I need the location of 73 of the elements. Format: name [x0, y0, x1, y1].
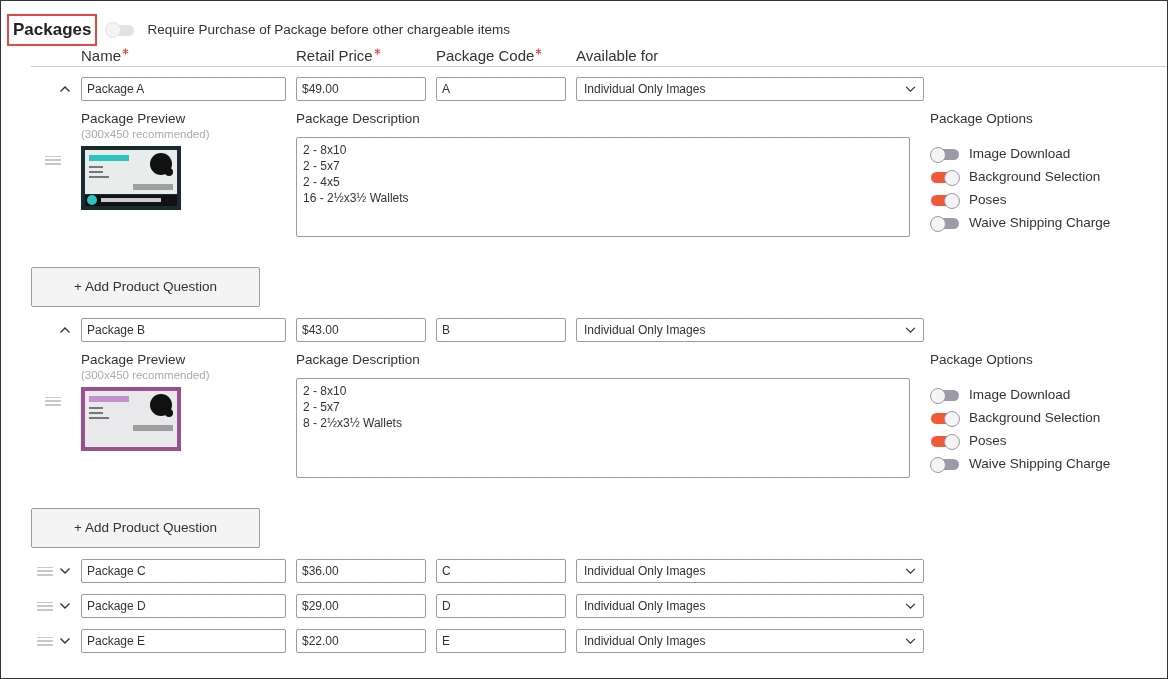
collapse-icon[interactable] [59, 326, 71, 334]
caret-icon [905, 602, 916, 610]
option-label: Poses [969, 191, 1007, 210]
availability-select[interactable]: Individual Only Images [576, 559, 924, 583]
expand-icon[interactable] [59, 637, 71, 645]
required-icon [122, 48, 129, 55]
option-label: Image Download [969, 386, 1071, 405]
toggle-switch[interactable] [930, 215, 960, 232]
drag-handle-icon[interactable] [37, 636, 53, 646]
caret-icon [905, 637, 916, 645]
expand-icon[interactable] [59, 567, 71, 575]
expand-icon[interactable] [59, 602, 71, 610]
toggle-label: Require Purchase of Package before other chargeable items [147, 20, 510, 39]
toggle-switch[interactable] [930, 387, 960, 404]
availability-select[interactable]: Individual Only Images [576, 318, 924, 342]
caret-icon [905, 326, 916, 334]
code-field[interactable]: B [436, 318, 566, 342]
options-title: Package Options [930, 111, 1034, 127]
code-field[interactable]: A [436, 77, 566, 101]
name-field[interactable]: Package E [81, 629, 286, 653]
option-label: Background Selection [969, 168, 1101, 187]
description-field[interactable]: 2 - 8x10 2 - 5x7 2 - 4x5 16 - 2½x3½ Wallets [296, 137, 910, 237]
availability-select[interactable]: Individual Only Images [576, 629, 924, 653]
required-icon [373, 48, 381, 55]
name-field[interactable]: Package A [81, 77, 286, 101]
price-field[interactable]: $49.00 [296, 77, 426, 101]
name-field[interactable]: Package D [81, 594, 286, 618]
price-field[interactable]: $22.00 [296, 629, 426, 653]
required-icon [535, 48, 543, 55]
availability-select[interactable]: Individual Only Images [576, 77, 924, 101]
collapse-icon[interactable] [59, 85, 71, 93]
add-question-button[interactable]: + Add Product Question [31, 508, 260, 548]
option-label: Background Selection [969, 409, 1101, 428]
price-field[interactable]: $29.00 [296, 594, 426, 618]
code-field[interactable]: D [436, 594, 566, 618]
caret-icon [905, 567, 916, 575]
drag-handle-icon[interactable] [37, 601, 53, 611]
toggle-switch[interactable] [930, 456, 960, 473]
preview-label: Package Preview [81, 352, 187, 368]
description-label: Package Description [296, 352, 421, 368]
option-label: Image Download [969, 145, 1071, 164]
column-header: Retail Price [296, 46, 436, 66]
toggle-switch[interactable] [930, 433, 960, 450]
option-label: Waive Shipping Charge [969, 214, 1111, 233]
section-title: Packages [7, 14, 98, 46]
option-label: Waive Shipping Charge [969, 455, 1111, 474]
drag-handle-icon[interactable] [45, 396, 61, 406]
code-field[interactable]: E [436, 629, 566, 653]
add-question-button[interactable]: + Add Product Question [31, 267, 260, 307]
caret-icon [905, 85, 916, 93]
price-field[interactable]: $43.00 [296, 318, 426, 342]
preview-hint: (300x450 recommended) [81, 368, 211, 382]
toggle-switch[interactable] [105, 22, 136, 38]
toggle-switch[interactable] [930, 169, 960, 186]
availability-select[interactable]: Individual Only Images [576, 594, 924, 618]
toggle-switch[interactable] [930, 192, 960, 209]
option-label: Poses [969, 432, 1007, 451]
code-field[interactable]: C [436, 559, 566, 583]
price-field[interactable]: $36.00 [296, 559, 426, 583]
drag-handle-icon[interactable] [45, 155, 61, 165]
toggle-switch[interactable] [930, 146, 960, 163]
column-header: Available for [576, 46, 660, 66]
name-field[interactable]: Package C [81, 559, 286, 583]
column-header: Name [81, 46, 296, 66]
description-label: Package Description [296, 111, 421, 127]
preview-label: Package Preview [81, 111, 187, 127]
preview-hint: (300x450 recommended) [81, 127, 211, 141]
description-field[interactable]: 2 - 8x10 2 - 5x7 8 - 2½x3½ Wallets [296, 378, 910, 478]
options-title: Package Options [930, 352, 1034, 368]
column-header: Package Code [436, 46, 576, 66]
drag-handle-icon[interactable] [37, 566, 53, 576]
toggle-switch[interactable] [930, 410, 960, 427]
name-field[interactable]: Package B [81, 318, 286, 342]
